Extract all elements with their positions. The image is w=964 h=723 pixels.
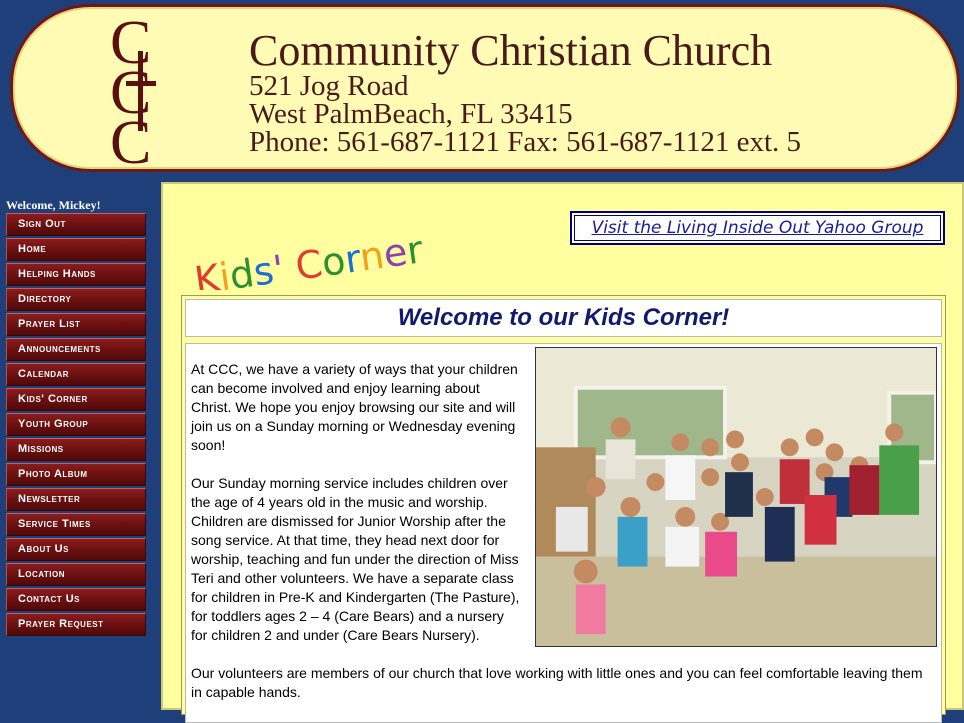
welcome-message: Welcome, Mickey! [6,198,101,212]
sunday-service-paragraph: Our Sunday morning service includes chil… [191,475,520,643]
nav-calendar[interactable]: Calendar [6,363,146,386]
sidebar-nav: Sign Out Home Helping Hands Directory Pr… [6,213,146,638]
intro-paragraph: At CCC, we have a variety of ways that y… [191,361,518,453]
address-city: West PalmBeach, FL 33415 [249,98,573,130]
church-name: Community Christian Church [249,26,773,75]
yahoo-group-box: Visit the Living Inside Out Yahoo Group [570,211,945,245]
nav-helping-hands[interactable]: Helping Hands [6,263,146,286]
yahoo-group-link[interactable]: Visit the Living Inside Out Yahoo Group [592,218,924,238]
welcome-heading: Welcome to our Kids Corner! [185,299,942,337]
nav-kids-corner[interactable]: Kids' Corner [6,388,146,411]
nav-youth-group[interactable]: Youth Group [6,413,146,436]
nav-newsletter[interactable]: Newsletter [6,488,146,511]
nav-missions[interactable]: Missions [6,438,146,461]
nav-sign-out[interactable]: Sign Out [6,213,146,236]
content-body: At CCC, we have a variety of ways that y… [185,343,942,723]
svg-text:C: C [110,109,151,167]
nav-home[interactable]: Home [6,238,146,261]
nav-announcements[interactable]: Announcements [6,338,146,361]
address-street: 521 Jog Road [249,70,409,102]
nav-location[interactable]: Location [6,563,146,586]
kids-group-photo [535,347,937,647]
nav-directory[interactable]: Directory [6,288,146,311]
church-logo: C C C [110,11,156,167]
nav-prayer-list[interactable]: Prayer List [6,313,146,336]
phone-fax: Phone: 561-687-1121 Fax: 561-687-1121 ex… [249,126,802,158]
nav-prayer-request[interactable]: Prayer Request [6,613,146,636]
nav-service-times[interactable]: Service Times [6,513,146,536]
nav-about-us[interactable]: About Us [6,538,146,561]
main-panel: Kids' Corner Visit the Living Inside Out… [161,182,964,723]
nav-photo-album[interactable]: Photo Album [6,463,146,486]
volunteers-paragraph: Our volunteers are members of our church… [191,665,923,700]
nav-contact-us[interactable]: Contact Us [6,588,146,611]
header-banner: C C C Community Christian Church 521 Jog… [10,4,960,172]
svg-text:Kids' Corner: Kids' Corner [192,227,426,290]
kids-corner-title: Kids' Corner [192,227,426,290]
content-frame: Welcome to our Kids Corner! At CCC, we h… [181,295,946,723]
